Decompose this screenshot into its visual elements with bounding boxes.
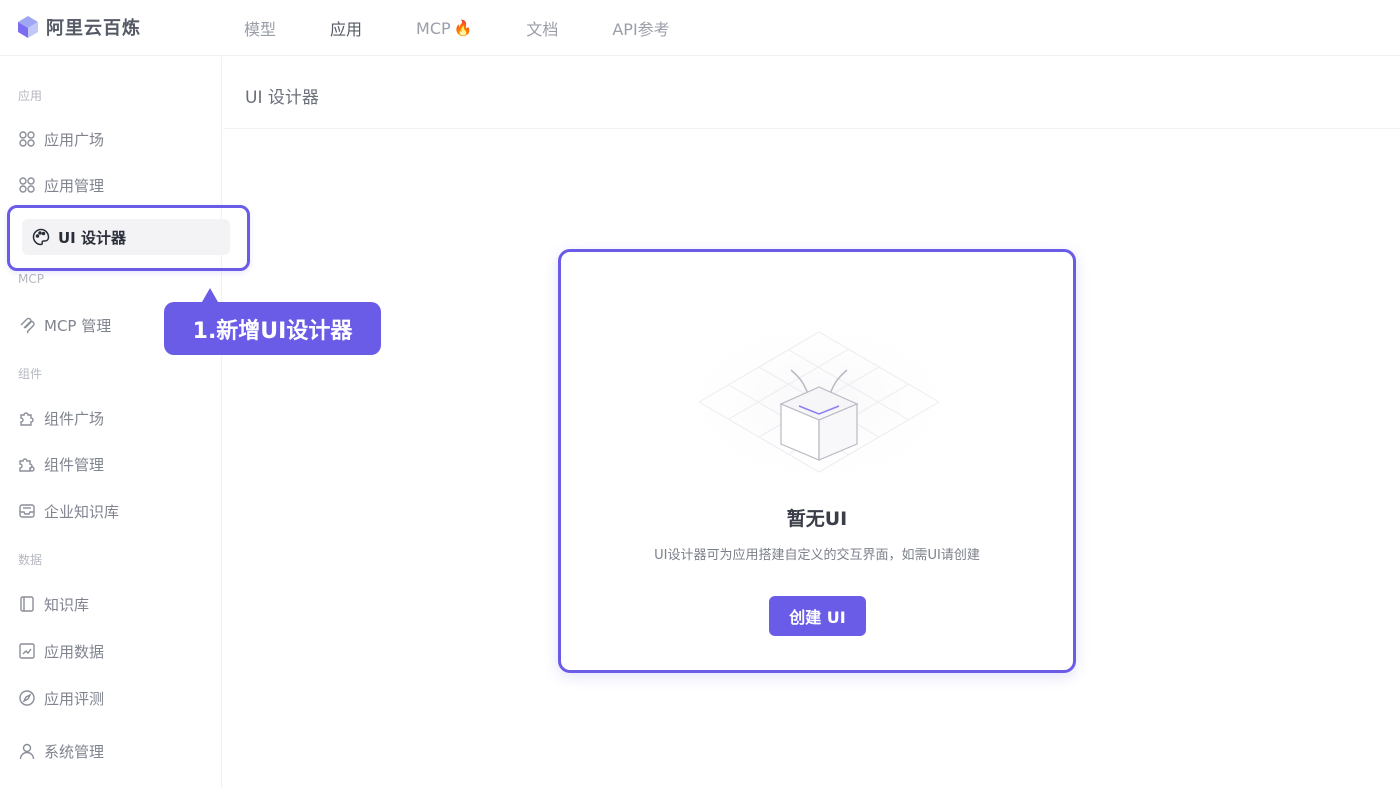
compass-icon [19, 690, 35, 706]
nav-apps[interactable]: 应用 [330, 16, 362, 40]
nav-docs[interactable]: 文档 [526, 16, 558, 40]
grid-icon [19, 131, 35, 147]
empty-state-card: 暂无UI UI设计器可为应用搭建自定义的交互界面，如需UI请创建 创建 UI [558, 249, 1076, 673]
sidebar-item-app-eval[interactable]: 应用评测 [18, 680, 214, 716]
sidebar: 应用 应用广场 应用管理 UI 设计器 MCP MCP 管理 组件 组件广场 组… [0, 57, 230, 788]
sidebar-item-enterprise-kb[interactable]: 企业知识库 [18, 493, 214, 529]
sidebar-item-label: 应用数据 [44, 642, 105, 661]
annotation-callout: 1.新增UI设计器 [164, 302, 381, 355]
nav-models-label: 模型 [244, 20, 277, 39]
sidebar-item-label: 组件管理 [44, 455, 105, 474]
section-title-app: 应用 [18, 89, 43, 103]
section-title-mcp: MCP [18, 272, 44, 286]
sidebar-item-app-data[interactable]: 应用数据 [18, 633, 214, 669]
brand[interactable]: 阿里云百炼 [16, 12, 141, 42]
sidebar-item-kb[interactable]: 知识库 [18, 586, 214, 622]
puzzle-icon [20, 412, 34, 426]
fire-icon: 🔥 [453, 19, 473, 37]
nav-models[interactable]: 模型 [244, 16, 276, 40]
brand-logo-icon [18, 16, 38, 38]
sidebar-item-label: 应用管理 [44, 176, 105, 195]
sidebar-item-label: 企业知识库 [44, 502, 120, 521]
sidebar-item-label: 组件广场 [44, 409, 105, 428]
empty-title: 暂无UI [786, 508, 848, 530]
empty-description: UI设计器可为应用搭建自定义的交互界面，如需UI请创建 [654, 548, 980, 563]
sidebar-item-app-manage[interactable]: 应用管理 [18, 167, 214, 203]
nav-apps-label: 应用 [330, 20, 363, 39]
section-title-data: 数据 [18, 553, 43, 567]
sidebar-item-sys-manage[interactable]: 系统管理 [18, 733, 214, 769]
grid-icon [19, 177, 35, 193]
sidebar-item-label: 知识库 [44, 595, 90, 614]
user-icon [19, 743, 35, 760]
sidebar-item-comp-manage[interactable]: 组件管理 [18, 446, 214, 482]
section-title-component: 组件 [18, 367, 43, 381]
nav-api[interactable]: API参考 [612, 16, 669, 40]
top-navbar: 阿里云百炼 模型 应用 MCP 🔥 文档 API参考 [0, 0, 1400, 56]
callout-arrow [202, 288, 218, 302]
chart-icon [19, 643, 35, 659]
nav-api-label: API参考 [612, 20, 670, 39]
sidebar-item-label: 系统管理 [44, 742, 105, 761]
sidebar-item-label: 应用评测 [44, 689, 105, 708]
mcp-icon [20, 317, 35, 334]
sidebar-item-app-plaza[interactable]: 应用广场 [18, 121, 214, 157]
sidebar-item-label: MCP 管理 [44, 316, 112, 335]
main-nav: 模型 应用 MCP 🔥 文档 API参考 [244, 0, 724, 56]
puzzle-gear-icon [19, 458, 35, 472]
nav-docs-label: 文档 [526, 20, 559, 39]
nav-mcp[interactable]: MCP 🔥 [416, 19, 472, 38]
empty-box-illustration [669, 312, 969, 492]
inbox-icon [19, 504, 35, 518]
sidebar-item-comp-plaza[interactable]: 组件广场 [18, 400, 214, 436]
book-icon [20, 596, 34, 612]
brand-name: 阿里云百炼 [46, 18, 141, 39]
sidebar-item-label: 应用广场 [44, 130, 105, 149]
highlight-box [7, 205, 250, 271]
nav-mcp-label: MCP [416, 18, 451, 38]
main-header: UI 设计器 [223, 57, 1400, 129]
page-title: UI 设计器 [245, 88, 319, 108]
create-ui-button[interactable]: 创建 UI [769, 596, 866, 636]
